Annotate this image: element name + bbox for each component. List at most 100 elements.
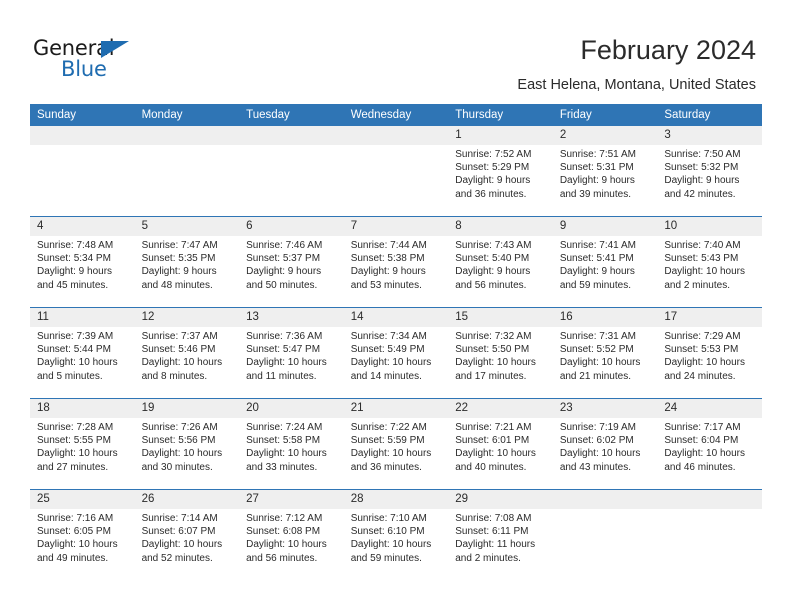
daylight-text-line1: Daylight: 10 hours	[559, 357, 641, 369]
day-number: 21	[343, 399, 449, 418]
sunset-text: Sunset: 5:34 PM	[37, 253, 111, 265]
calendar-day-cell[interactable]: 16 Sunrise: 7:31 AM Sunset: 5:52 PM Dayligh…	[552, 307, 658, 399]
calendar-day-cell[interactable]: 8 Sunrise: 7:43 AM Sunset: 5:40 PM Daylight…	[448, 216, 553, 308]
daylight-text-line2: and 36 minutes.	[350, 461, 422, 473]
daylight-text-line2: and 21 minutes.	[559, 370, 631, 382]
day-number: 7	[343, 217, 449, 236]
sunrise-text: Sunrise: 7:24 AM	[246, 422, 323, 433]
day-details: Sunrise: 7:36 AM Sunset: 5:47 PM Daylight:…	[239, 327, 344, 383]
daylight-text-line2: and 24 minutes.	[664, 370, 736, 382]
calendar-body: 1 Sunrise: 7:52 AM Sunset: 5:29 PM Daylight…	[30, 126, 762, 580]
sunrise-text: Sunrise: 7:31 AM	[559, 331, 636, 342]
day-number	[552, 490, 658, 509]
general-blue-logo[interactable]: General Blue	[33, 38, 163, 86]
daylight-text-line1: Daylight: 10 hours	[455, 357, 536, 369]
calendar-day-cell[interactable]: 26 Sunrise: 7:14 AM Sunset: 6:07 PM Dayligh…	[134, 489, 240, 580]
daylight-text-line2: and 59 minutes.	[559, 279, 631, 291]
weekday-header-thursday: Thursday	[448, 104, 553, 126]
calendar-day-cell[interactable]: 10 Sunrise: 7:40 AM Sunset: 5:43 PM Dayligh…	[657, 216, 762, 308]
day-details: Sunrise: 7:24 AM Sunset: 5:58 PM Daylight:…	[239, 418, 344, 474]
calendar-day-cell[interactable]: 27 Sunrise: 7:12 AM Sunset: 6:08 PM Dayligh…	[239, 489, 344, 580]
calendar-day-cell[interactable]: 7 Sunrise: 7:44 AM Sunset: 5:38 PM Daylight…	[343, 216, 449, 308]
day-details: Sunrise: 7:43 AM Sunset: 5:40 PM Daylight:…	[448, 236, 553, 292]
calendar-day-cell[interactable]: 2 Sunrise: 7:51 AM Sunset: 5:31 PM Daylight…	[552, 126, 658, 217]
calendar-day-cell[interactable]: 15 Sunrise: 7:32 AM Sunset: 5:50 PM Dayligh…	[448, 307, 553, 399]
day-details: Sunrise: 7:32 AM Sunset: 5:50 PM Daylight:…	[448, 327, 553, 383]
calendar-day-cell[interactable]: 12 Sunrise: 7:37 AM Sunset: 5:46 PM Dayligh…	[134, 307, 240, 399]
daylight-text-line2: and 8 minutes.	[141, 370, 208, 382]
calendar-day-cell[interactable]: 9 Sunrise: 7:41 AM Sunset: 5:41 PM Daylight…	[552, 216, 658, 308]
daylight-text-line2: and 11 minutes.	[246, 370, 317, 382]
weekday-header-tuesday: Tuesday	[239, 104, 344, 126]
sunset-text: Sunset: 6:08 PM	[246, 526, 321, 538]
sunrise-text: Sunrise: 7:36 AM	[246, 331, 323, 342]
calendar-day-cell[interactable]: 23 Sunrise: 7:19 AM Sunset: 6:02 PM Dayligh…	[552, 398, 658, 490]
sunset-text: Sunset: 5:32 PM	[664, 162, 739, 174]
calendar-day-cell[interactable]: 5 Sunrise: 7:47 AM Sunset: 5:35 PM Daylight…	[134, 216, 240, 308]
daylight-text-line2: and 56 minutes.	[455, 279, 527, 291]
calendar-day-cell[interactable]: 11 Sunrise: 7:39 AM Sunset: 5:44 PM Dayligh…	[30, 307, 135, 399]
calendar-table: Sunday Monday Tuesday Wednesday Thursday…	[30, 104, 762, 580]
daylight-text-line1: Daylight: 9 hours	[559, 175, 635, 187]
daylight-text-line2: and 2 minutes.	[664, 279, 730, 291]
day-details: Sunrise: 7:28 AM Sunset: 5:55 PM Daylight:…	[30, 418, 135, 474]
day-number	[343, 126, 449, 145]
calendar-day-cell-empty	[657, 489, 762, 580]
calendar-day-cell-empty	[343, 126, 449, 217]
calendar-day-cell[interactable]: 17 Sunrise: 7:29 AM Sunset: 5:53 PM Dayligh…	[657, 307, 762, 399]
calendar-day-cell[interactable]: 21 Sunrise: 7:22 AM Sunset: 5:59 PM Dayligh…	[343, 398, 449, 490]
calendar-week-row: 11 Sunrise: 7:39 AM Sunset: 5:44 PM Dayligh…	[30, 307, 762, 399]
day-details: Sunrise: 7:52 AM Sunset: 5:29 PM Daylight:…	[448, 145, 553, 201]
sunrise-text: Sunrise: 7:39 AM	[37, 331, 114, 342]
day-number: 13	[239, 308, 344, 327]
calendar-day-cell[interactable]: 29 Sunrise: 7:08 AM Sunset: 6:11 PM Dayligh…	[448, 489, 553, 580]
day-number	[134, 126, 240, 145]
calendar-day-cell[interactable]: 1 Sunrise: 7:52 AM Sunset: 5:29 PM Daylight…	[448, 126, 553, 217]
day-details: Sunrise: 7:19 AM Sunset: 6:02 PM Daylight:…	[553, 418, 658, 474]
daylight-text-line2: and 50 minutes.	[246, 279, 318, 291]
calendar-day-cell[interactable]: 6 Sunrise: 7:46 AM Sunset: 5:37 PM Daylight…	[239, 216, 344, 308]
daylight-text-line1: Daylight: 10 hours	[559, 448, 641, 460]
daylight-text-line2: and 30 minutes.	[141, 461, 213, 473]
calendar-day-cell[interactable]: 22 Sunrise: 7:21 AM Sunset: 6:01 PM Dayligh…	[448, 398, 553, 490]
sunrise-text: Sunrise: 7:37 AM	[141, 331, 218, 342]
daylight-text-line1: Daylight: 10 hours	[664, 357, 745, 369]
day-details: Sunrise: 7:37 AM Sunset: 5:46 PM Daylight:…	[135, 327, 240, 383]
daylight-text-line1: Daylight: 10 hours	[246, 448, 327, 460]
daylight-text-line2: and 33 minutes.	[246, 461, 318, 473]
day-details: Sunrise: 7:22 AM Sunset: 5:59 PM Daylight:…	[344, 418, 449, 474]
calendar-day-cell[interactable]: 19 Sunrise: 7:26 AM Sunset: 5:56 PM Dayligh…	[134, 398, 240, 490]
sunset-text: Sunset: 5:29 PM	[455, 162, 530, 174]
daylight-text-line1: Daylight: 9 hours	[559, 266, 635, 278]
calendar-day-cell[interactable]: 20 Sunrise: 7:24 AM Sunset: 5:58 PM Dayligh…	[239, 398, 344, 490]
sunset-text: Sunset: 5:53 PM	[664, 344, 739, 356]
calendar-day-cell[interactable]: 3 Sunrise: 7:50 AM Sunset: 5:32 PM Daylight…	[657, 126, 762, 217]
daylight-text-line2: and 52 minutes.	[141, 552, 213, 564]
calendar-day-cell[interactable]: 4 Sunrise: 7:48 AM Sunset: 5:34 PM Daylight…	[30, 216, 135, 308]
sunrise-text: Sunrise: 7:08 AM	[455, 513, 532, 524]
sunset-text: Sunset: 5:49 PM	[350, 344, 425, 356]
day-number: 9	[552, 217, 658, 236]
calendar-day-cell[interactable]: 25 Sunrise: 7:16 AM Sunset: 6:05 PM Dayligh…	[30, 489, 135, 580]
day-number: 23	[552, 399, 658, 418]
calendar-day-cell[interactable]: 13 Sunrise: 7:36 AM Sunset: 5:47 PM Dayligh…	[239, 307, 344, 399]
daylight-text-line2: and 49 minutes.	[37, 552, 109, 564]
calendar-day-cell[interactable]: 28 Sunrise: 7:10 AM Sunset: 6:10 PM Dayligh…	[343, 489, 449, 580]
day-number: 6	[239, 217, 344, 236]
day-number: 26	[134, 490, 240, 509]
sunrise-text: Sunrise: 7:52 AM	[455, 149, 532, 160]
calendar-day-cell[interactable]: 18 Sunrise: 7:28 AM Sunset: 5:55 PM Dayligh…	[30, 398, 135, 490]
weekday-header-sunday: Sunday	[30, 104, 135, 126]
sunrise-text: Sunrise: 7:21 AM	[455, 422, 532, 433]
calendar-day-cell[interactable]: 24 Sunrise: 7:17 AM Sunset: 6:04 PM Dayligh…	[657, 398, 762, 490]
daylight-text-line2: and 46 minutes.	[664, 461, 736, 473]
sunrise-text: Sunrise: 7:44 AM	[350, 240, 427, 251]
daylight-text-line1: Daylight: 10 hours	[141, 448, 223, 460]
day-number: 11	[30, 308, 135, 327]
calendar-day-cell[interactable]: 14 Sunrise: 7:34 AM Sunset: 5:49 PM Dayligh…	[343, 307, 449, 399]
sunset-text: Sunset: 5:38 PM	[350, 253, 425, 265]
day-details: Sunrise: 7:21 AM Sunset: 6:01 PM Daylight:…	[448, 418, 553, 474]
calendar-day-cell-empty	[239, 126, 344, 217]
daylight-text-line2: and 17 minutes.	[455, 370, 527, 382]
sunset-text: Sunset: 5:46 PM	[141, 344, 216, 356]
